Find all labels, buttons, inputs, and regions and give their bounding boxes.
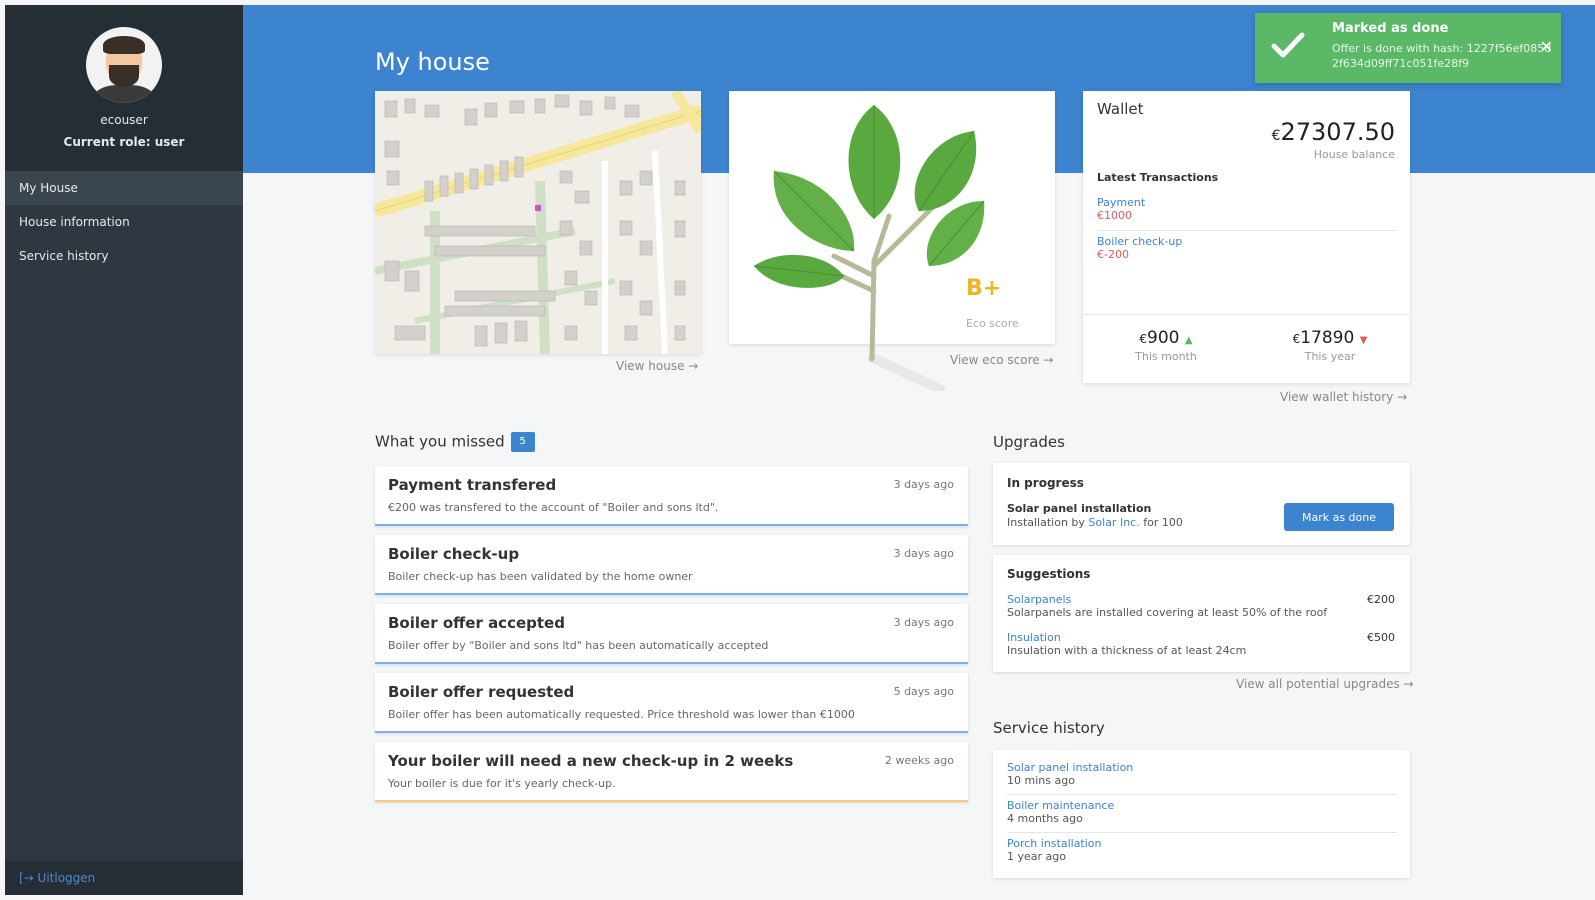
month-value: 900 (1147, 328, 1180, 348)
missed-item-title: Boiler offer accepted (388, 614, 565, 632)
missed-item-title: Payment transfered (388, 476, 557, 494)
checkmark-icon (1271, 32, 1305, 58)
what-you-missed-heading: What you missed 5 (375, 432, 535, 452)
month-currency: € (1139, 332, 1148, 346)
missed-item[interactable]: Boiler check-up 3 days ago Boiler check-… (375, 535, 968, 595)
suggestion-price: €500 (1367, 631, 1395, 644)
view-eco-score-link[interactable]: View eco score → (950, 353, 1054, 367)
nav-item-service-history[interactable]: Service history (5, 239, 243, 273)
transaction-amount: €-200 (1097, 248, 1129, 261)
service-item-name[interactable]: Boiler maintenance (1007, 799, 1397, 812)
wallet-title: Wallet (1097, 100, 1144, 118)
service-item-name[interactable]: Solar panel installation (1007, 761, 1397, 774)
map-image (375, 91, 701, 354)
suggestion-name[interactable]: Solarpanels (1007, 593, 1395, 606)
service-item[interactable]: Solar panel installation 10 mins ago (1007, 761, 1397, 787)
latest-transactions-label: Latest Transactions (1097, 171, 1219, 184)
service-history-heading: Service history (993, 719, 1105, 737)
missed-count-badge: 5 (510, 432, 535, 452)
page-title: My house (375, 48, 490, 76)
missed-item-description: Boiler offer has been automatically requ… (388, 708, 855, 721)
missed-item-time: 2 weeks ago (884, 754, 954, 767)
view-all-upgrades-link[interactable]: View all potential upgrades → (1236, 677, 1414, 691)
this-month-stat: €900 ▲ This month (1106, 328, 1226, 363)
missed-item-title: Your boiler will need a new check-up in … (388, 752, 794, 770)
eco-score-card[interactable] (729, 91, 1055, 391)
nav-item-my-house[interactable]: My House (5, 171, 243, 205)
balance-value: 27307.50 (1280, 118, 1395, 146)
eco-score-label: Eco score (966, 317, 1019, 330)
missed-item-time: 3 days ago (893, 547, 954, 560)
house-balance-label: House balance (1313, 148, 1395, 161)
missed-item-time: 3 days ago (893, 616, 954, 629)
in-progress-details: Installation by Solar Inc. for 100 (1007, 516, 1183, 529)
eco-grade: B+ (966, 276, 1002, 301)
view-wallet-history-link[interactable]: View wallet history → (1280, 390, 1407, 404)
service-item-name[interactable]: Porch installation (1007, 837, 1397, 850)
transaction-item[interactable]: Payment €1000 (1097, 196, 1397, 222)
suggestion-price: €200 (1367, 593, 1395, 606)
service-item[interactable]: Boiler maintenance 4 months ago (1007, 799, 1397, 825)
year-value: 17890 (1300, 328, 1355, 348)
suggestion-description: Solarpanels are installed covering at le… (1007, 606, 1328, 619)
missed-item-time: 5 days ago (893, 685, 954, 698)
this-month-label: This month (1135, 350, 1197, 363)
suggestion-description: Insulation with a thickness of at least … (1007, 644, 1247, 657)
in-progress-name: Solar panel installation (1007, 502, 1152, 515)
missed-item-description: €200 was transfered to the account of "B… (388, 501, 719, 514)
toast-title: Marked as done (1332, 21, 1449, 36)
username: ecouser (100, 113, 148, 127)
in-progress-label: In progress (1007, 476, 1084, 490)
transaction-item[interactable]: Boiler check-up €-200 (1097, 235, 1397, 261)
missed-item[interactable]: Payment transfered 3 days ago €200 was t… (375, 466, 968, 526)
what-you-missed-title: What you missed (375, 432, 505, 451)
house-map[interactable] (375, 91, 701, 354)
toast-message: Offer is done with hash: 1227f56ef085d2f… (1332, 42, 1552, 70)
success-toast: Marked as done Offer is done with hash: … (1255, 13, 1561, 83)
missed-item-description: Boiler offer by "Boiler and sons ltd" ha… (388, 639, 769, 652)
nav-item-house-information[interactable]: House information (5, 205, 243, 239)
logout-link[interactable]: [→ Uitloggen (5, 861, 243, 895)
service-item-time: 10 mins ago (1007, 774, 1075, 787)
profile-section: ecouser Current role: user (5, 5, 243, 171)
missed-item-title: Boiler offer requested (388, 683, 575, 701)
suggestions-label: Suggestions (1007, 567, 1091, 581)
divider (1083, 314, 1410, 315)
installation-price-text: for 100 (1139, 516, 1183, 529)
transaction-name[interactable]: Payment (1097, 196, 1397, 209)
missed-item[interactable]: Boiler offer accepted 3 days ago Boiler … (375, 604, 968, 664)
missed-item[interactable]: Your boiler will need a new check-up in … (375, 742, 968, 802)
missed-item-title: Boiler check-up (388, 545, 520, 563)
arrow-up-icon: ▲ (1184, 335, 1193, 346)
this-year-stat: €17890 ▼ This year (1270, 328, 1390, 363)
mark-as-done-button[interactable]: Mark as done (1284, 503, 1394, 531)
close-icon[interactable]: ✕ (1540, 37, 1553, 56)
view-house-link[interactable]: View house → (616, 359, 698, 373)
upgrades-heading: Upgrades (993, 433, 1065, 451)
missed-item-description: Your boiler is due for it's yearly check… (388, 777, 616, 790)
missed-item-time: 3 days ago (893, 478, 954, 491)
transaction-amount: €1000 (1097, 209, 1132, 222)
house-balance: €27307.50 (1272, 118, 1395, 146)
divider (1097, 230, 1397, 231)
suggestion-item[interactable]: Solarpanels Solarpanels are installed co… (1007, 593, 1395, 619)
suggestion-item[interactable]: Insulation Insulation with a thickness o… (1007, 631, 1395, 657)
service-item-time: 4 months ago (1007, 812, 1083, 825)
transaction-name[interactable]: Boiler check-up (1097, 235, 1397, 248)
installation-by-text: Installation by (1007, 516, 1089, 529)
missed-item[interactable]: Boiler offer requested 5 days ago Boiler… (375, 673, 968, 733)
sidebar: ecouser Current role: user My House Hous… (5, 5, 243, 895)
user-role: Current role: user (63, 135, 185, 149)
divider (1007, 832, 1397, 833)
tree-icon (753, 105, 985, 391)
service-item-time: 1 year ago (1007, 850, 1066, 863)
service-item[interactable]: Porch installation 1 year ago (1007, 837, 1397, 863)
solar-inc-link[interactable]: Solar Inc. (1088, 516, 1139, 529)
this-year-label: This year (1304, 350, 1356, 363)
divider (1007, 794, 1397, 795)
avatar (86, 27, 162, 103)
suggestion-name[interactable]: Insulation (1007, 631, 1395, 644)
arrow-down-icon: ▼ (1359, 335, 1368, 346)
missed-item-description: Boiler check-up has been validated by th… (388, 570, 693, 583)
